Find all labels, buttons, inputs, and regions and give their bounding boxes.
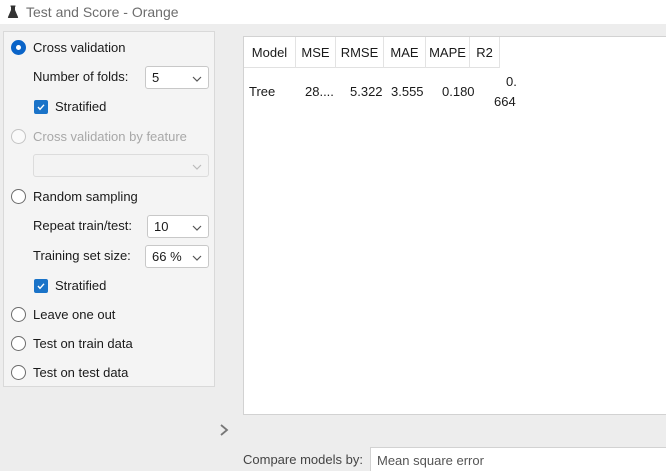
chevron-down-icon (192, 221, 202, 236)
folds-value: 5 (152, 70, 160, 85)
train-size-label: Training set size: (33, 248, 131, 263)
check-icon (37, 282, 45, 289)
train-size-row: Training set size: (33, 248, 131, 263)
compare-models-value: Mean square error (377, 453, 484, 468)
repeat-value: 10 (154, 219, 169, 234)
check-icon (37, 103, 45, 110)
orange-flask-icon (6, 4, 20, 20)
rs-stratified-checkbox[interactable] (34, 278, 48, 293)
cell-r2-part1: 0. (506, 74, 517, 89)
chevron-down-icon (192, 160, 202, 175)
column-header-mse[interactable]: MSE (296, 37, 336, 68)
repeat-combo[interactable]: 10 (147, 215, 209, 238)
test-on-train-option[interactable]: Test on train data (11, 336, 133, 351)
cv-by-feature-radio[interactable] (11, 129, 26, 144)
cell-rmse: 5.322 (350, 84, 383, 99)
rs-stratified-label: Stratified (55, 278, 107, 293)
table-header: Model MSE RMSE MAE MAPE R2 (244, 37, 500, 68)
chevron-down-icon (192, 72, 202, 87)
leave-one-out-radio[interactable] (11, 307, 26, 322)
cross-validation-label: Cross validation (33, 40, 126, 55)
train-size-combo[interactable]: 66 % (145, 245, 209, 268)
train-size-value: 66 % (152, 249, 182, 264)
rs-stratified-option[interactable]: Stratified (34, 278, 106, 293)
cell-mse: 28.... (305, 84, 334, 99)
folds-label: Number of folds: (33, 69, 129, 84)
test-on-test-radio[interactable] (11, 365, 26, 380)
leave-one-out-option[interactable]: Leave one out (11, 307, 115, 322)
cv-by-feature-option[interactable]: Cross validation by feature (11, 129, 187, 144)
repeat-label: Repeat train/test: (33, 218, 132, 233)
window-title: Test and Score - Orange (26, 4, 179, 20)
cv-by-feature-label: Cross validation by feature (33, 129, 187, 144)
column-header-r2[interactable]: R2 (470, 37, 500, 68)
compare-models-combo[interactable]: Mean square error (370, 447, 666, 471)
cell-r2-part2: 664 (494, 94, 516, 109)
cell-mape: 0.180 (442, 84, 475, 99)
column-header-model[interactable]: Model (244, 37, 296, 68)
folds-row: Number of folds: (33, 69, 128, 84)
cv-stratified-option[interactable]: Stratified (34, 99, 106, 114)
cv-stratified-label: Stratified (55, 99, 107, 114)
cv-feature-combo[interactable] (33, 154, 209, 177)
folds-combo[interactable]: 5 (145, 66, 209, 89)
chevron-down-icon (192, 251, 202, 266)
cell-mae: 3.555 (391, 84, 424, 99)
cv-stratified-checkbox[interactable] (34, 99, 48, 114)
repeat-row: Repeat train/test: (33, 218, 132, 233)
chevron-right-icon[interactable] (218, 423, 230, 440)
test-on-train-label: Test on train data (33, 336, 133, 351)
random-sampling-option[interactable]: Random sampling (11, 189, 138, 204)
sampling-panel: Cross validation Number of folds: 5 Stra… (3, 31, 215, 387)
column-header-mape[interactable]: MAPE (426, 37, 470, 68)
test-on-test-label: Test on test data (33, 365, 129, 380)
title-bar: Test and Score - Orange (0, 0, 666, 24)
cross-validation-option[interactable]: Cross validation (11, 40, 126, 55)
column-header-rmse[interactable]: RMSE (336, 37, 384, 68)
cross-validation-radio[interactable] (11, 40, 26, 55)
random-sampling-label: Random sampling (33, 189, 138, 204)
test-on-train-radio[interactable] (11, 336, 26, 351)
results-table: Model MSE RMSE MAE MAPE R2 Tree 28.... 5… (243, 36, 666, 415)
cell-model: Tree (249, 84, 276, 99)
column-header-mae[interactable]: MAE (384, 37, 426, 68)
leave-one-out-label: Leave one out (33, 307, 116, 322)
random-sampling-radio[interactable] (11, 189, 26, 204)
test-on-test-option[interactable]: Test on test data (11, 365, 128, 380)
